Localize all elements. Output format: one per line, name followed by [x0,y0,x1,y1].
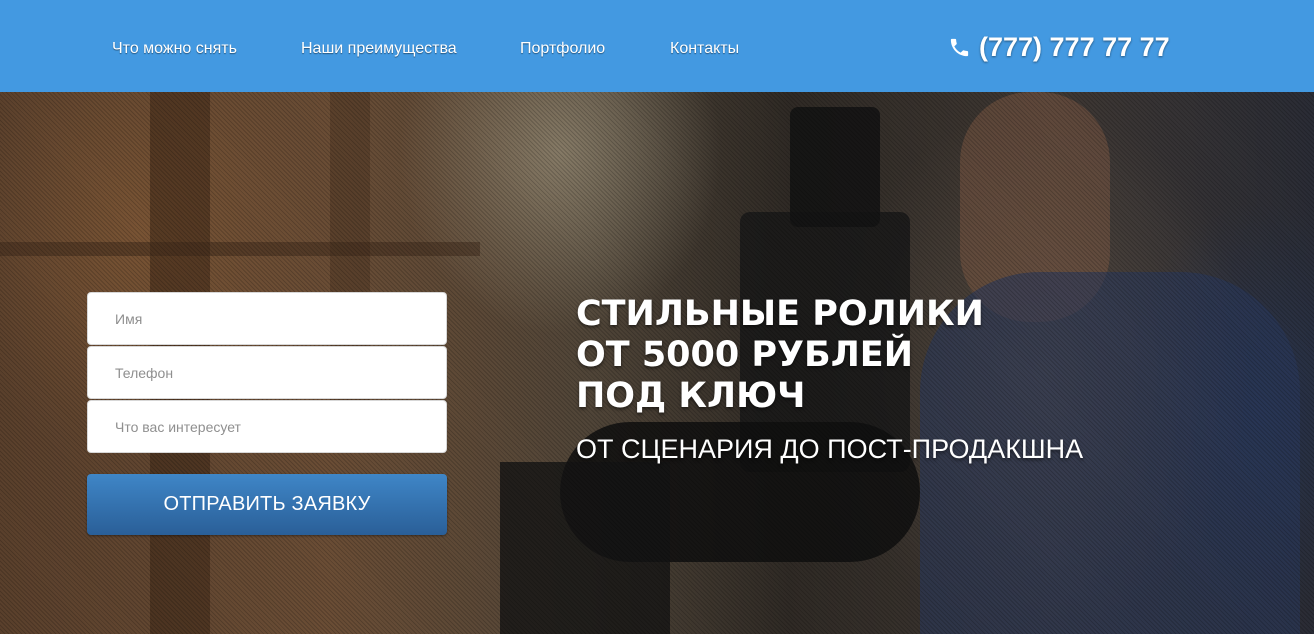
hero-subheadline: ОТ СЦЕНАРИЯ ДО ПОСТ-ПРОДАКШНА [576,434,1084,464]
nav-item-portfolio[interactable]: Портфолио [520,40,605,58]
nav-item-contacts[interactable]: Контакты [670,40,739,58]
nav-item-what-to-shoot[interactable]: Что можно снять [112,40,237,58]
name-field[interactable] [87,292,447,345]
submit-request-button[interactable]: ОТПРАВИТЬ ЗАЯВКУ [87,474,447,535]
headline-line: ПОД КЛЮЧ [576,376,806,416]
request-form [87,292,447,454]
hero-headline: СТИЛЬНЫЕ РОЛИКИ ОТ 5000 РУБЛЕЙ ПОД КЛЮЧ [576,294,984,417]
phone-number[interactable]: (777) 777 77 77 [948,32,1170,63]
phone-number-text: (777) 777 77 77 [979,32,1170,62]
top-navbar: Что можно снять Наши преимущества Портфо… [0,0,1314,92]
interest-field[interactable] [87,400,447,453]
headline-line: СТИЛЬНЫЕ РОЛИКИ [576,294,984,334]
phone-field[interactable] [87,346,447,399]
nav-item-advantages[interactable]: Наши преимущества [301,40,457,58]
phone-icon [950,38,969,57]
headline-line: ОТ 5000 РУБЛЕЙ [576,335,913,375]
